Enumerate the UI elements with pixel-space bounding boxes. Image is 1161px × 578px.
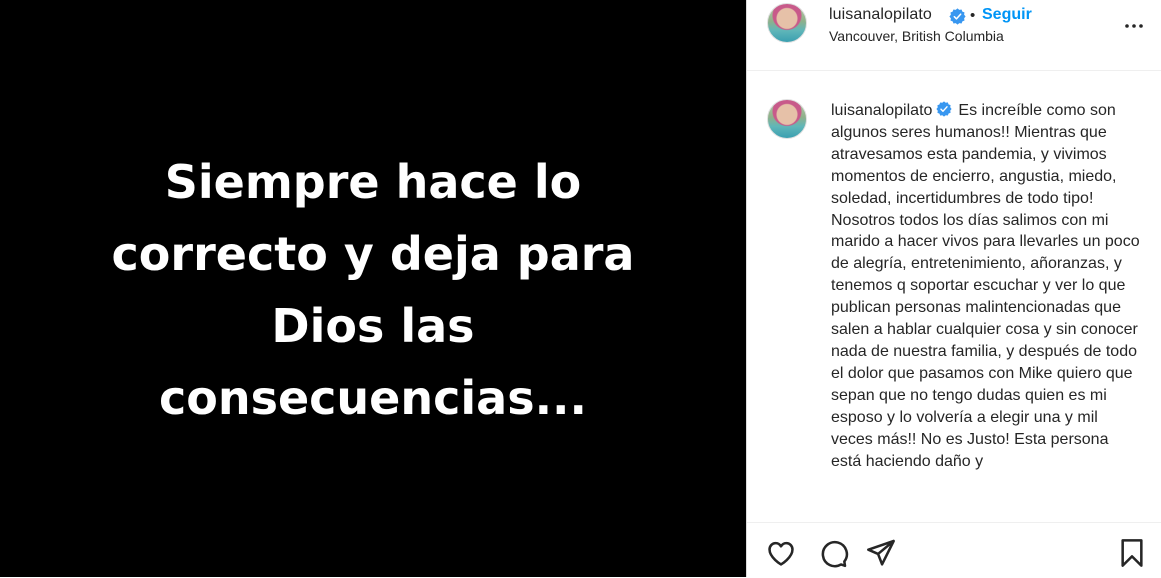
verified-badge-icon	[949, 8, 966, 25]
like-button[interactable]	[765, 537, 797, 569]
comment-button[interactable]	[817, 537, 849, 569]
verified-badge-icon	[936, 101, 953, 117]
separator-dot: •	[970, 7, 976, 24]
caption-username[interactable]: luisanalopilato	[831, 102, 932, 119]
comment-icon	[821, 540, 849, 568]
post-header: luisanalopilato • Seguir Vancouver, Brit…	[747, 0, 1161, 71]
share-icon	[867, 539, 895, 566]
share-button[interactable]	[865, 537, 897, 569]
post-sidebar: luisanalopilato • Seguir Vancouver, Brit…	[746, 0, 1161, 577]
post-image-text: Siempre hace lo correcto y deja para Dio…	[111, 154, 635, 425]
location-link[interactable]: Vancouver, British Columbia	[829, 28, 1004, 44]
caption-text: Es increíble como son algunos seres huma…	[831, 102, 1140, 470]
save-button[interactable]	[1116, 537, 1148, 569]
caption-avatar[interactable]	[767, 99, 807, 139]
post-media[interactable]: Siempre hace lo correcto y deja para Dio…	[0, 0, 746, 577]
post-caption: luisanalopilato Es increíble como son al…	[831, 100, 1143, 472]
heart-icon	[768, 541, 794, 566]
follow-button[interactable]: Seguir	[982, 6, 1032, 24]
bookmark-icon	[1121, 539, 1143, 567]
action-bar	[747, 522, 1161, 578]
more-options-icon[interactable]	[1122, 14, 1146, 38]
header-username[interactable]: luisanalopilato	[829, 6, 932, 24]
avatar[interactable]	[767, 3, 807, 43]
